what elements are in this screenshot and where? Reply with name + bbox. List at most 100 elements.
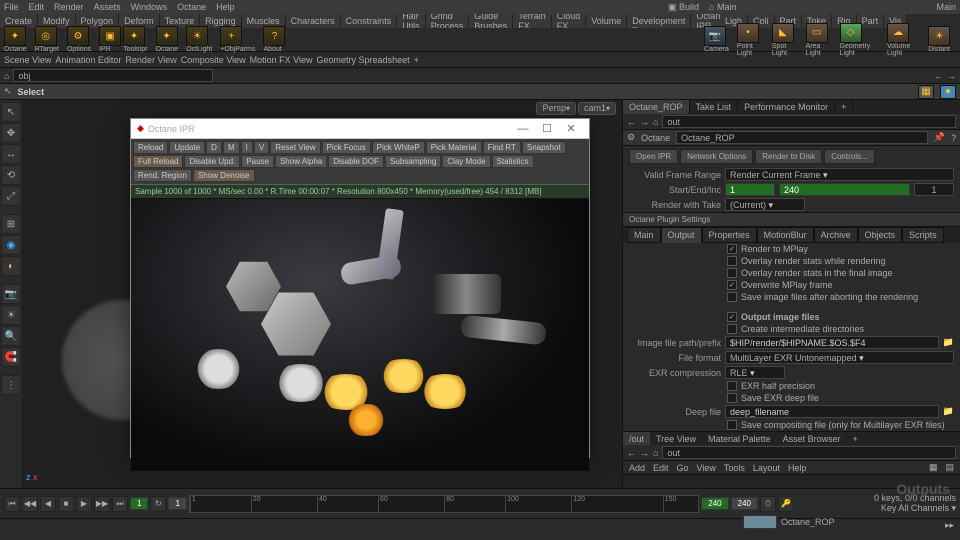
node-name-input[interactable] xyxy=(676,131,928,144)
netmenu-add[interactable]: Add xyxy=(629,463,645,473)
menu-file[interactable]: File xyxy=(4,2,19,12)
camera-cam1[interactable]: cam1▾ xyxy=(578,102,616,115)
tab[interactable]: Motion FX View xyxy=(250,55,313,65)
tab-main[interactable]: Main xyxy=(627,227,661,243)
snap-icon[interactable]: ● xyxy=(940,85,956,99)
home-icon[interactable]: ⌂ xyxy=(653,448,658,458)
deepfile-input[interactable]: deep_filename xyxy=(725,405,939,418)
ipr-pickfocus[interactable]: Pick Focus xyxy=(322,141,371,154)
ipr-m[interactable]: M xyxy=(223,141,240,154)
tab-matpalette[interactable]: Material Palette xyxy=(702,432,777,445)
shelf-tab[interactable]: Terrain FX xyxy=(513,14,552,28)
shelf-tab[interactable]: Characters xyxy=(286,14,341,28)
ipr-resetview[interactable]: Reset View xyxy=(270,141,320,154)
ipr-snapshot[interactable]: Snapshot xyxy=(522,141,566,154)
octlight-icon[interactable]: ☀ xyxy=(186,26,208,46)
tab-treeview[interactable]: Tree View xyxy=(650,432,702,445)
shelf-tab[interactable]: Guide Brushes xyxy=(469,14,513,28)
tool-camera-icon[interactable]: 📷 xyxy=(1,284,21,304)
add-tab-icon[interactable]: + xyxy=(847,432,864,445)
tool-rotate-icon[interactable]: ⟲ xyxy=(1,165,21,185)
tab[interactable]: Composite View xyxy=(181,55,246,65)
shelf-tab[interactable]: Grind Process xyxy=(426,14,470,28)
key-icon[interactable]: 🔑 xyxy=(778,496,794,512)
tab-props[interactable]: Properties xyxy=(702,227,757,243)
timeline-track[interactable]: 1 20 40 60 80 100 120 150 xyxy=(189,495,699,513)
exr-select[interactable]: RLE ▾ xyxy=(725,366,785,379)
realtime-icon[interactable]: ⏱ xyxy=(760,496,776,512)
toolsipr-icon[interactable]: ✦ xyxy=(123,26,145,46)
ipr-stats[interactable]: Statistics xyxy=(492,155,534,168)
objparms-icon[interactable]: + xyxy=(220,26,242,46)
vollight-icon[interactable]: ☁ xyxy=(887,23,909,43)
menu-help[interactable]: Help xyxy=(216,2,235,12)
nav-fwd-icon[interactable]: → xyxy=(947,71,956,81)
net-icon[interactable]: ▤ xyxy=(945,462,954,473)
nav-fwd-icon[interactable]: → xyxy=(640,117,649,127)
ipr-dof[interactable]: Disable DOF xyxy=(328,155,384,168)
checkbox[interactable] xyxy=(727,381,737,391)
last-frame-icon[interactable]: ⏭ xyxy=(112,496,128,512)
tab-mblur[interactable]: MotionBlur xyxy=(757,227,814,243)
add-tab-icon[interactable]: + xyxy=(835,100,853,114)
tab-objects[interactable]: Objects xyxy=(858,227,903,243)
node-path-input[interactable] xyxy=(662,115,956,128)
end-frame[interactable]: 240 xyxy=(701,497,728,510)
net-icon[interactable]: ▦ xyxy=(929,462,938,473)
checkbox[interactable]: ✓ xyxy=(727,280,737,290)
first-frame-icon[interactable]: ⏮ xyxy=(4,496,20,512)
checkbox[interactable] xyxy=(727,268,737,278)
start-frame-input[interactable]: 1 xyxy=(725,183,775,196)
menu-octane[interactable]: Octane xyxy=(177,2,206,12)
netmenu-view[interactable]: View xyxy=(697,463,716,473)
ipr-d[interactable]: D xyxy=(206,141,222,154)
play-icon[interactable]: ▶ xyxy=(76,496,92,512)
camera-icon[interactable]: 📷 xyxy=(704,26,726,46)
ipr-pickmat[interactable]: Pick Material xyxy=(426,141,482,154)
checkbox[interactable] xyxy=(727,393,737,403)
tool-snap-icon[interactable]: ⊞ xyxy=(1,214,21,234)
browse-icon[interactable]: 📁 xyxy=(943,337,954,348)
tool-view-icon[interactable]: ◉ xyxy=(1,235,21,255)
maximize-icon[interactable]: ☐ xyxy=(535,122,559,135)
arealight-icon[interactable]: ▭ xyxy=(806,23,828,43)
tool-move-icon[interactable]: ↔ xyxy=(1,144,21,164)
ipr-disupd[interactable]: Disable Upd. xyxy=(184,155,240,168)
menu-render[interactable]: Render xyxy=(54,2,84,12)
close-icon[interactable]: ✕ xyxy=(559,122,583,135)
about-icon[interactable]: ? xyxy=(263,26,285,46)
network-view[interactable]: Outputs Octane_ROP xyxy=(623,475,960,488)
pin-icon[interactable]: 📌 xyxy=(934,132,945,143)
prev-key-icon[interactable]: ◀◀ xyxy=(22,496,38,512)
tool-handle-icon[interactable]: ✥ xyxy=(1,123,21,143)
ipr-v[interactable]: V xyxy=(254,141,269,154)
tab-octanerop[interactable]: Octane_ROP xyxy=(623,100,690,114)
tool-select-icon[interactable]: ↖ xyxy=(1,102,21,122)
octane2-icon[interactable]: ✦ xyxy=(156,26,178,46)
tool-render-icon[interactable]: ◐ xyxy=(1,256,21,276)
imgpath-input[interactable]: $HIP/render/$HIPNAME.$OS.$F4 xyxy=(725,336,939,349)
desktop-main[interactable]: ⌂ Main xyxy=(709,2,736,12)
shelf-tab[interactable]: Cloud FX xyxy=(552,14,587,28)
tab[interactable]: Geometry Spreadsheet xyxy=(317,55,410,65)
ipr-subsamp[interactable]: Subsampling xyxy=(385,155,441,168)
ipr-render-view[interactable] xyxy=(131,199,589,471)
open-ipr-button[interactable]: Open IPR xyxy=(629,149,678,164)
tab-output[interactable]: Output xyxy=(661,227,702,243)
options-icon[interactable]: ⚙ xyxy=(67,26,89,46)
ipr-alpha[interactable]: Show Alpha xyxy=(275,155,327,168)
node-octane-rop[interactable]: Octane_ROP xyxy=(743,515,835,529)
ipr-findrt[interactable]: Find RT xyxy=(483,141,521,154)
ipr-reload[interactable]: Reload xyxy=(133,141,168,154)
netmenu-layout[interactable]: Layout xyxy=(753,463,780,473)
rendertodisk-button[interactable]: Render to Disk xyxy=(755,149,822,164)
netmenu-tools[interactable]: Tools xyxy=(724,463,745,473)
select-tool[interactable]: Select xyxy=(18,87,45,97)
tab-perfmon[interactable]: Performance Monitor xyxy=(738,100,835,114)
checkbox[interactable]: ✓ xyxy=(727,312,737,322)
home-icon[interactable]: ⌂ xyxy=(653,117,658,127)
global-end[interactable]: 240 xyxy=(731,497,758,510)
spotlight-icon[interactable]: ◣ xyxy=(772,23,794,43)
pointlight-icon[interactable]: • xyxy=(737,23,759,43)
update-mode-icon[interactable]: ▸▸ xyxy=(945,520,954,531)
